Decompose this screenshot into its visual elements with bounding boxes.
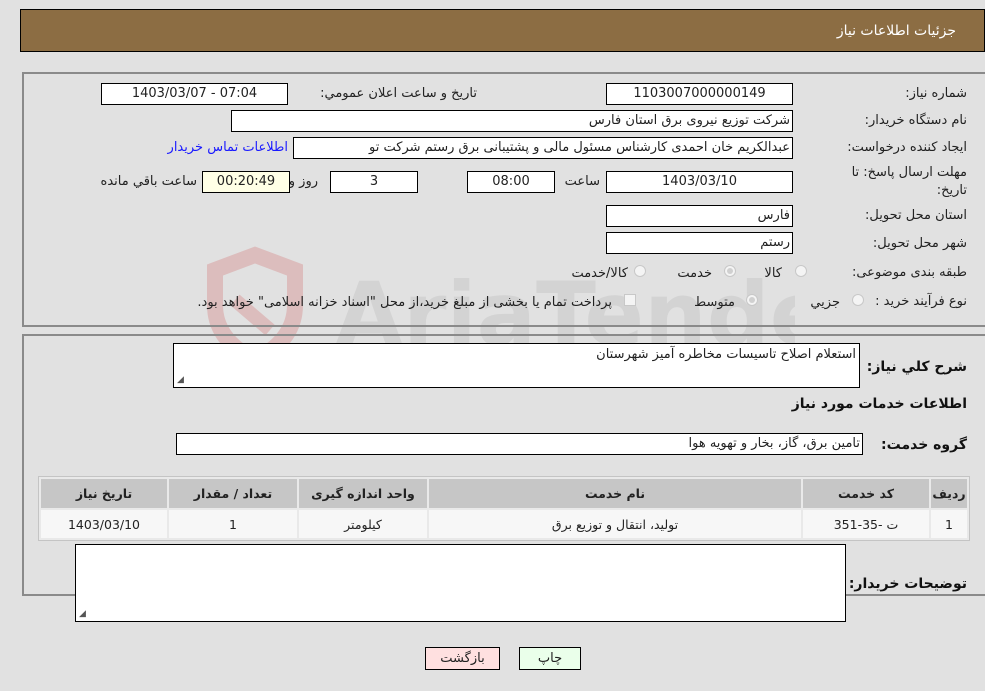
deadline-label-date: تاریخ: bbox=[936, 183, 967, 198]
buyer-contact-link[interactable]: اطلاعات تماس خریدار bbox=[168, 140, 288, 155]
table-row: 1 ت -35-351 تولید، انتقال و توزیع برق کی… bbox=[39, 508, 969, 540]
category-radio-service[interactable] bbox=[724, 265, 736, 277]
category-radio-goods-service[interactable] bbox=[634, 265, 646, 277]
page-title: جزئیات اطلاعات نیاز bbox=[836, 23, 956, 39]
category-option-goods-service: کالا/خدمت bbox=[571, 266, 628, 281]
category-radio-goods[interactable] bbox=[795, 265, 807, 277]
category-option-service: خدمت bbox=[677, 266, 712, 281]
process-radio-minor[interactable] bbox=[852, 294, 864, 306]
remaining-time-label: ساعت باقي مانده bbox=[100, 174, 197, 189]
col-row-number: ردیف bbox=[929, 477, 969, 510]
category-option-goods: کالا bbox=[764, 266, 782, 281]
description-text: استعلام اصلاح تاسیسات مخاطره آمیز شهرستا… bbox=[596, 347, 856, 362]
cell-quantity: 1 bbox=[167, 508, 299, 540]
buyer-org-field[interactable]: شرکت توزیع نیروی برق استان فارس bbox=[231, 110, 793, 132]
table-header-row: ردیف کد خدمت نام خدمت واحد اندازه گیری ت… bbox=[39, 477, 969, 510]
col-need-date: تاریخ نیاز bbox=[39, 477, 169, 510]
col-quantity: تعداد / مقدار bbox=[167, 477, 299, 510]
resize-handle-icon[interactable]: ◢ bbox=[79, 609, 86, 619]
treasury-note: پرداخت تمام یا بخشی از مبلغ خرید،از محل … bbox=[197, 295, 612, 310]
page-header: جزئیات اطلاعات نیاز bbox=[20, 9, 985, 52]
deadline-label: مهلت ارسال پاسخ: تا bbox=[851, 165, 967, 180]
city-label: شهر محل تحویل: bbox=[872, 236, 967, 251]
process-option-minor: جزيي bbox=[810, 295, 840, 310]
announce-label: تاریخ و ساعت اعلان عمومي: bbox=[320, 86, 477, 101]
creator-field[interactable]: عبدالکریم خان احمدی کارشناس مسئول مالی و… bbox=[293, 137, 793, 159]
col-unit: واحد اندازه گیری bbox=[297, 477, 429, 510]
days-label: روز و bbox=[288, 174, 318, 189]
services-table-wrapper: ردیف کد خدمت نام خدمت واحد اندازه گیری ت… bbox=[38, 476, 970, 541]
cell-unit: کیلومتر bbox=[297, 508, 429, 540]
deadline-date-field[interactable]: 1403/03/10 bbox=[606, 171, 793, 193]
print-button[interactable]: چاپ bbox=[519, 647, 581, 670]
services-table: ردیف کد خدمت نام خدمت واحد اندازه گیری ت… bbox=[39, 477, 969, 540]
province-field[interactable]: فارس bbox=[606, 205, 793, 227]
announce-datetime-field[interactable]: 1403/03/07 - 07:04 bbox=[101, 83, 288, 105]
creator-label: ایجاد کننده درخواست: bbox=[847, 140, 967, 155]
buyer-notes-textarea[interactable]: ◢ bbox=[75, 544, 846, 622]
cell-need-date: 1403/03/10 bbox=[39, 508, 169, 540]
buyer-notes-label: توضیحات خریدار: bbox=[848, 576, 967, 592]
description-label: شرح کلي نياز: bbox=[866, 359, 967, 375]
days-remaining-field[interactable]: 3 bbox=[330, 171, 418, 193]
cell-row-number: 1 bbox=[929, 508, 969, 540]
need-number-label: شماره نیاز: bbox=[905, 86, 967, 101]
city-field[interactable]: رستم bbox=[606, 232, 793, 254]
description-textarea[interactable]: استعلام اصلاح تاسیسات مخاطره آمیز شهرستا… bbox=[173, 343, 860, 388]
deadline-time-field[interactable]: 08:00 bbox=[467, 171, 555, 193]
service-group-field[interactable]: تامین برق، گاز، بخار و تهویه هوا bbox=[176, 433, 863, 455]
province-label: استان محل تحویل: bbox=[865, 208, 967, 223]
back-button[interactable]: بازگشت bbox=[425, 647, 500, 670]
need-number-field[interactable]: 1103007000000149 bbox=[606, 83, 793, 105]
process-type-label: نوع فرآیند خرید : bbox=[875, 294, 967, 309]
col-service-code: کد خدمت bbox=[801, 477, 931, 510]
deadline-time-label: ساعت bbox=[564, 174, 600, 189]
service-group-label: گروه خدمت: bbox=[881, 437, 967, 453]
cell-service-name: تولید، انتقال و توزیع برق bbox=[427, 508, 803, 540]
process-radio-medium[interactable] bbox=[746, 294, 758, 306]
col-service-name: نام خدمت bbox=[427, 477, 803, 510]
buyer-org-label: نام دستگاه خریدار: bbox=[864, 113, 967, 128]
process-option-medium: متوسط bbox=[694, 295, 735, 310]
resize-handle-icon[interactable]: ◢ bbox=[177, 375, 184, 385]
cell-service-code: ت -35-351 bbox=[801, 508, 931, 540]
services-section-title: اطلاعات خدمات مورد نیاز bbox=[791, 396, 967, 412]
treasury-checkbox[interactable] bbox=[624, 294, 636, 306]
category-label: طبقه بندی موضوعی: bbox=[851, 265, 967, 280]
remaining-time-field: 00:20:49 bbox=[202, 171, 290, 193]
